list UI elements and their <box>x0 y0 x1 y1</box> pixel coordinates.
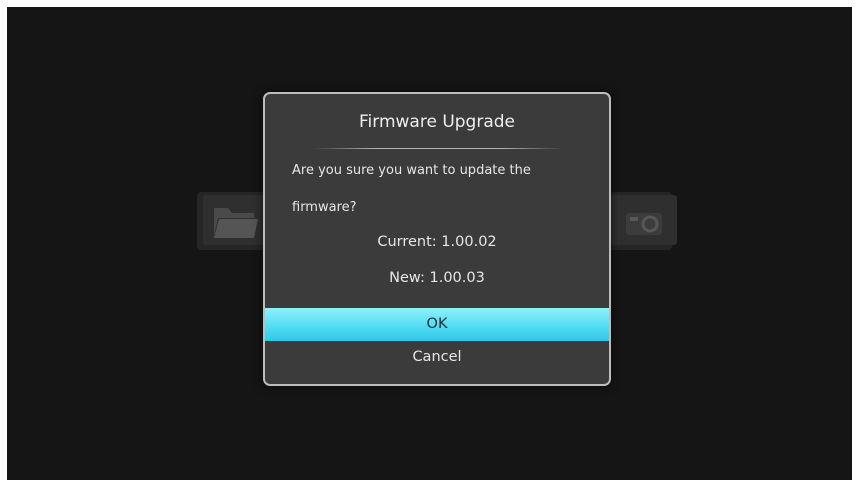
firmware-upgrade-dialog: Firmware Upgrade Are you sure you want t… <box>263 92 611 386</box>
tv-screen: Firmware Upgrade Are you sure you want t… <box>7 7 852 480</box>
title-divider <box>313 148 563 149</box>
new-version: New: 1.00.03 <box>389 270 485 286</box>
ok-button[interactable]: OK <box>265 308 609 341</box>
settings-icon <box>626 213 662 235</box>
cancel-button[interactable]: Cancel <box>265 343 609 371</box>
dialog-message: Are you sure you want to update the firm… <box>292 163 531 215</box>
folder-icon <box>214 208 258 238</box>
current-version: Current: 1.00.02 <box>377 234 497 250</box>
dialog-title: Firmware Upgrade <box>359 112 515 132</box>
